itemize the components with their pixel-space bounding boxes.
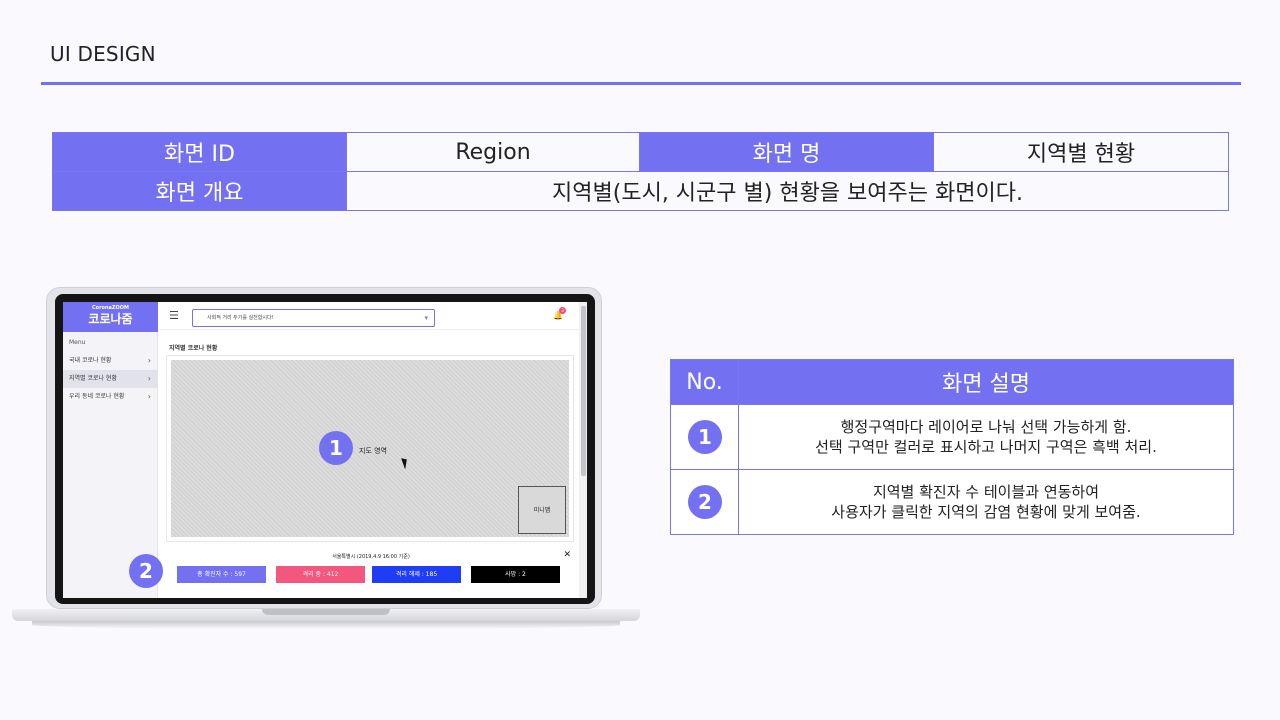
stat-released[interactable]: 격리 해제 : 185 [372, 566, 461, 583]
app-topbar: ☰ 사회적 거리 두기를 실천합시다! ▾ 🔔 3 [159, 302, 579, 330]
region-stat-panel: 서울특별시 (2019.4.9 16:00 기준) ✕ 총 확진자 수 : 59… [169, 548, 573, 590]
logo-subtitle: CoronaZOOM [91, 305, 130, 311]
laptop-notch [262, 609, 390, 615]
notification-badge: 3 [559, 307, 566, 314]
logo-title: 코로나줌 [88, 312, 133, 326]
table-row: 1 행정구역마다 레이어로 나눠 선택 가능하게 함. 선택 구역만 컬러로 표… [670, 404, 1234, 470]
slide-title: UI DESIGN [50, 42, 156, 66]
screen-id-value: Region [346, 132, 640, 172]
chevron-right-icon: › [147, 392, 151, 401]
chevron-right-icon: › [147, 356, 151, 365]
step-marker-1: 1 [319, 431, 353, 465]
notice-text: 사회적 거리 두기를 실천합시다! [207, 315, 274, 321]
overview-label: 화면 개요 [52, 171, 347, 211]
title-divider [41, 82, 1241, 85]
menu-item-region[interactable]: 지역별 코로나 현황 › [63, 370, 157, 388]
stat-isolated[interactable]: 격리 중 : 412 [276, 566, 365, 583]
stat-title: 서울특별시 (2019.4.9 16:00 기준) [332, 554, 410, 560]
description-line: 사용자가 클릭한 지역의 감염 현황에 맞게 보여줌. [831, 503, 1141, 521]
scrollbar-thumb[interactable] [581, 306, 586, 476]
stat-deaths[interactable]: 사망 : 2 [471, 566, 560, 583]
menu-caption: Menu [69, 339, 86, 346]
page-heading: 지역별 코로나 현황 [169, 345, 218, 352]
menu-item-domestic[interactable]: 국내 코로나 현황 › [63, 352, 157, 370]
screen-name-label: 화면 명 [639, 132, 934, 172]
description-line: 행정구역마다 레이어로 나눠 선택 가능하게 함. [840, 418, 1132, 436]
screen-info-table: 화면 ID Region 화면 명 지역별 현황 화면 개요 지역별(도시, 시… [52, 132, 1229, 211]
menu-item-neighborhood[interactable]: 우리 동네 코로나 현황 › [63, 388, 157, 406]
chevron-right-icon: › [147, 374, 151, 383]
laptop-shadow [32, 621, 620, 629]
table-row: 2 지역별 확진자 수 테이블과 연동하여 사용자가 클릭한 지역의 감염 현황… [670, 469, 1234, 535]
row-number-cell: 2 [670, 469, 739, 535]
row-number-cell: 1 [670, 404, 739, 470]
description-line: 선택 구역만 컬러로 표시하고 나머지 구역은 흑백 처리. [815, 438, 1157, 456]
hamburger-menu-icon[interactable]: ☰ [169, 310, 179, 321]
laptop-base [12, 609, 640, 635]
stat-total-confirmed[interactable]: 총 확진자 수 : 597 [177, 566, 266, 583]
close-icon[interactable]: ✕ [563, 550, 571, 560]
overview-value: 지역별(도시, 시군구 별) 현황을 보여주는 화면이다. [346, 171, 1229, 211]
row-description: 지역별 확진자 수 테이블과 연동하여 사용자가 클릭한 지역의 감염 현황에 … [738, 469, 1234, 535]
app-logo[interactable]: CoronaZOOM 코로나줌 [63, 302, 158, 332]
menu-item-label: 지역별 코로나 현황 [69, 375, 117, 382]
menu-item-label: 국내 코로나 현황 [69, 357, 112, 364]
map-area[interactable]: 지도 영역 미니맵 [166, 355, 574, 542]
chevron-down-icon: ▾ [424, 314, 428, 322]
row-number-badge: 1 [688, 420, 722, 454]
header-description: 화면 설명 [738, 359, 1234, 405]
description-line: 지역별 확진자 수 테이블과 연동하여 [872, 483, 1100, 501]
step-marker-2: 2 [129, 554, 163, 588]
screen-id-label: 화면 ID [52, 132, 347, 172]
screen-description-table: No. 화면 설명 1 행정구역마다 레이어로 나눠 선택 가능하게 함. 선택… [670, 359, 1234, 535]
mouse-cursor-icon [401, 456, 410, 470]
row-number-badge: 2 [688, 485, 722, 519]
notice-dropdown[interactable]: 사회적 거리 두기를 실천합시다! ▾ [192, 309, 435, 327]
minimap[interactable]: 미니맵 [518, 486, 566, 534]
map-label: 지도 영역 [359, 447, 387, 455]
screen-name-value: 지역별 현황 [933, 132, 1229, 172]
header-no: No. [670, 359, 739, 405]
menu-item-label: 우리 동네 코로나 현황 [69, 393, 125, 400]
row-description: 행정구역마다 레이어로 나눠 선택 가능하게 함. 선택 구역만 컬러로 표시하… [738, 404, 1234, 470]
